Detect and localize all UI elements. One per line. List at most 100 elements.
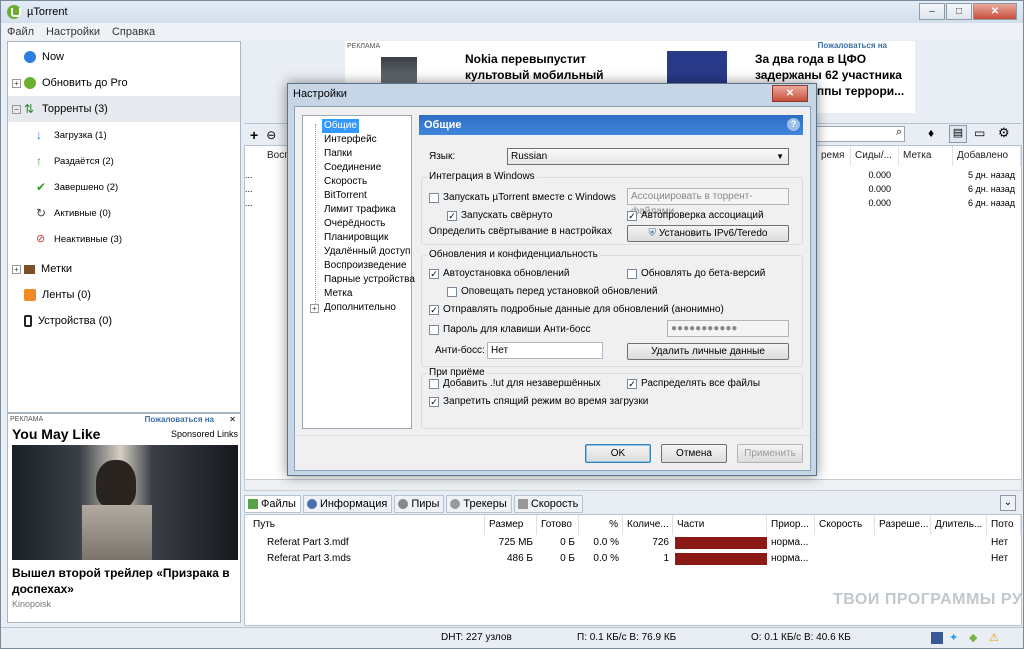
boss-key-field[interactable]: Нет (487, 342, 603, 359)
auto-update-checkbox[interactable]: ✓ (429, 269, 439, 279)
tab-speed[interactable]: Скорость (513, 495, 584, 513)
sidebar-item-downloading[interactable]: ↓ Загрузка (1) (8, 122, 240, 148)
column-header[interactable]: Сиды/... (851, 146, 899, 166)
tab-trackers[interactable]: Трекеры (446, 495, 512, 513)
column-header[interactable]: % (579, 515, 623, 535)
sidebar-item-upgrade[interactable]: + Обновить до Pro (8, 70, 240, 96)
sidebar-item-feeds[interactable]: Ленты (0) (8, 282, 240, 308)
torrent-name[interactable]: ... (245, 196, 265, 210)
tree-item-label[interactable]: Метка (322, 287, 354, 301)
tree-item-playback[interactable]: Воспроизведение (322, 259, 409, 273)
distribute-all-checkbox[interactable]: ✓ (627, 379, 637, 389)
sidebar-item-inactive[interactable]: ⊘ Неактивные (3) (8, 226, 240, 252)
add-torrent-icon[interactable]: + (250, 127, 258, 143)
monitor-icon[interactable]: ▭ (974, 126, 985, 140)
tree-item-advanced[interactable]: Дополнительно (322, 301, 398, 315)
top-ad-report-link[interactable]: Пожаловаться на (818, 41, 887, 50)
beta-update-checkbox[interactable] (627, 269, 637, 279)
tree-item-interface[interactable]: Интерфейс (322, 133, 379, 147)
chat-icon[interactable]: ▤ (949, 125, 967, 143)
file-path[interactable]: Referat Part 3.mdf (267, 535, 349, 551)
report-ad-link[interactable]: Пожаловаться на (145, 415, 214, 424)
sidebar-item-now[interactable]: Now (8, 44, 240, 70)
notify-before-checkbox[interactable] (447, 287, 457, 297)
horizontal-scrollbar[interactable] (244, 479, 1022, 491)
warning-icon[interactable]: ⚠ (989, 631, 999, 644)
menu-settings[interactable]: Настройки (46, 26, 100, 38)
tree-item-bittorrent[interactable]: BitTorrent (322, 189, 369, 203)
column-header[interactable]: Разреше... (875, 515, 931, 535)
file-path[interactable]: Referat Part 3.mds (267, 551, 351, 567)
password-field[interactable]: ●●●●●●●●●●● (667, 320, 789, 337)
tree-item-paired-devices[interactable]: Парные устройства (322, 273, 417, 287)
collapse-panel-icon[interactable]: ⌄ (1000, 495, 1016, 511)
search-icon[interactable]: ⌕ (896, 126, 902, 139)
dialog-close-button[interactable]: ✕ (772, 85, 808, 102)
tab-info[interactable]: Информация (302, 495, 393, 513)
send-data-checkbox[interactable]: ✓ (429, 305, 439, 315)
column-header[interactable]: Длитель... (931, 515, 987, 535)
column-header[interactable]: Размер (485, 515, 537, 535)
ok-button[interactable]: OK (585, 444, 651, 463)
minimize-button[interactable]: – (919, 3, 945, 20)
file-priority[interactable]: норма... (771, 535, 808, 551)
collapse-icon[interactable]: − (12, 104, 21, 114)
apply-button[interactable]: Применить (737, 444, 803, 463)
expand-icon[interactable]: + (310, 304, 319, 313)
column-header[interactable]: Скорость (815, 515, 875, 535)
auto-check-assoc-checkbox[interactable]: ✓ (627, 211, 637, 221)
boss-password-checkbox[interactable] (429, 325, 439, 335)
tab-files[interactable]: Файлы (244, 495, 301, 513)
twitter-icon[interactable]: ✦ (949, 631, 958, 644)
column-header[interactable]: Путь (249, 515, 485, 535)
close-button[interactable]: ✕ (973, 3, 1017, 20)
tree-item-traffic-limit[interactable]: Лимит трафика (322, 203, 398, 217)
tree-item-connection[interactable]: Соединение (322, 161, 383, 175)
ad-close-icon[interactable]: ✕ (229, 415, 236, 424)
tree-item-speed[interactable]: Скорость (322, 175, 369, 189)
sidebar-item-labels[interactable]: + Метки (8, 256, 240, 282)
tree-item-scheduler[interactable]: Планировщик (322, 231, 390, 245)
sidebar-item-devices[interactable]: Устройства (0) (8, 308, 240, 334)
help-icon[interactable]: ? (787, 118, 800, 131)
column-header[interactable]: Метка (899, 146, 953, 166)
column-header[interactable]: Пото (987, 515, 1021, 535)
add-ut-checkbox[interactable] (429, 379, 439, 389)
ad-image[interactable] (12, 445, 238, 560)
tree-item-remote[interactable]: Удалённый доступ (322, 245, 412, 259)
column-header[interactable]: Добавлено (953, 146, 1021, 166)
column-header[interactable]: Части (673, 515, 767, 535)
search-input[interactable] (815, 126, 905, 142)
facebook-icon[interactable] (931, 632, 943, 644)
add-link-icon[interactable]: ⊖ (266, 128, 276, 142)
ad-caption[interactable]: Вышел второй трейлер «Призрака в доспеха… (12, 565, 238, 597)
maximize-button[interactable]: □ (946, 3, 972, 20)
tab-peers[interactable]: Пиры (394, 495, 445, 513)
sidebar-item-active[interactable]: ↻ Активные (0) (8, 200, 240, 226)
start-minimized-checkbox[interactable]: ✓ (447, 211, 457, 221)
torrent-name[interactable]: ... (245, 182, 265, 196)
column-header[interactable]: Количе... (623, 515, 673, 535)
sidebar-item-torrents[interactable]: − ⇅ Торренты (3) (8, 96, 240, 122)
cancel-button[interactable]: Отмена (661, 444, 727, 463)
column-header[interactable]: Приор... (767, 515, 815, 535)
tree-item-queue[interactable]: Очерёдность (322, 217, 387, 231)
android-icon[interactable]: ◆ (969, 631, 977, 644)
bulb-icon[interactable]: ♦ (928, 126, 934, 140)
menu-file[interactable]: Файл (7, 26, 34, 38)
menu-help[interactable]: Справка (112, 26, 155, 38)
start-with-windows-checkbox[interactable] (429, 193, 439, 203)
tree-item-general[interactable]: Общие (322, 119, 359, 133)
torrent-name[interactable]: ... (245, 168, 265, 182)
file-priority[interactable]: норма... (771, 551, 808, 567)
ipv6-button[interactable]: ⛨ Установить IPv6/Teredo (627, 225, 789, 242)
sidebar-item-seeding[interactable]: ↑ Раздаётся (2) (8, 148, 240, 174)
language-select[interactable]: Russian ▼ (507, 148, 789, 165)
expand-icon[interactable]: + (12, 78, 21, 88)
column-header[interactable]: Готово (537, 515, 579, 535)
column-header[interactable]: ремя (817, 146, 851, 166)
gear-icon[interactable]: ⚙ (998, 125, 1010, 141)
associate-button[interactable]: Ассоциировать в торрент-файлами (627, 188, 789, 217)
delete-private-data-button[interactable]: Удалить личные данные (627, 343, 789, 360)
tree-item-folders[interactable]: Папки (322, 147, 354, 161)
